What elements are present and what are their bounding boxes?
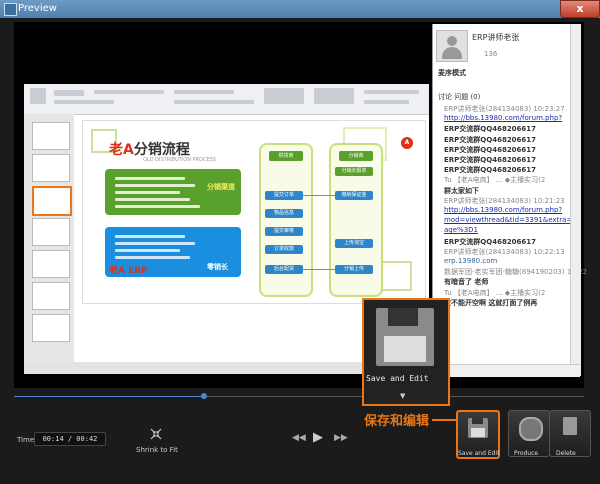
annotation-label: 保存和编辑 [364, 414, 430, 429]
flow-node: 订单收款 [265, 245, 303, 254]
chat-line: ERP交流群QQ468206617 [444, 166, 537, 175]
flow-node: 分销上传 [335, 265, 373, 274]
chat-line: 数据军团-老实军团-糖糖(894190203) 10:22 [444, 268, 587, 277]
blue-box-label: 零销长 [207, 263, 228, 271]
chat-line: 群太家如下 [444, 186, 479, 195]
chat-line: ERP讲师老张(284134083) 10:23:27 [444, 105, 565, 113]
chat-line: ERP交流群QQ468206617 [444, 135, 537, 144]
window-title: Preview [18, 3, 57, 14]
green-box-label: 分销渠道 [207, 183, 235, 191]
slide-thumbnail[interactable] [32, 154, 70, 182]
delete-label[interactable]: Delete [556, 450, 576, 457]
chat-line: ERP交流群QQ468206617 [444, 145, 537, 154]
flow-node: 提交审核 [265, 227, 303, 236]
avatar [436, 30, 468, 62]
erp-logo: 老A ERP [109, 266, 148, 276]
floppy-disk-icon [468, 418, 488, 438]
next-button[interactable]: ▶▶ [334, 433, 348, 443]
slide-thumbnail[interactable] [32, 314, 70, 342]
flow-node: 缴纳保证金 [335, 191, 373, 200]
title-bar: Preview [0, 0, 600, 18]
chat-line: Tu 【老A电商】 ... ◆主播实习(2 [444, 288, 546, 297]
flow-node: 物品信息 [265, 209, 303, 218]
shrink-to-fit-label[interactable]: Shrink to Fit [136, 446, 178, 454]
chat-line: ERP讲师老张(284134083) 10:21:23 [444, 196, 565, 205]
chat-line: ERP交流群QQ468206617 [444, 156, 537, 164]
slide-thumbnail[interactable] [32, 186, 72, 216]
ppt-ribbon [24, 84, 429, 115]
timeline-progress [14, 396, 204, 397]
annotation-pointer [432, 419, 458, 421]
slide-badge: A [401, 137, 413, 149]
chat-line: ERP交流群QQ468206617 [444, 237, 537, 246]
playhead[interactable] [200, 393, 207, 399]
chat-scrollbar[interactable] [570, 24, 581, 376]
slide-thumbnail[interactable] [32, 122, 70, 150]
slide-subtitle: OLD DISTRIBUTION PROCESS [143, 157, 216, 163]
chat-line: ERP交流群QQ468206617 [444, 125, 537, 134]
slide-thumbnail-pane [24, 114, 74, 362]
slide-title: 老A分销流程 [109, 142, 190, 158]
time-display: 00:14 / 00:42 [34, 432, 106, 446]
slide-thumbnail[interactable] [32, 250, 70, 278]
close-button[interactable]: x [560, 0, 600, 18]
callout-label: Save and Edit [366, 374, 429, 383]
film-reel-icon [519, 417, 543, 441]
time-label: Time [17, 436, 35, 444]
previous-button[interactable]: ◀◀ [292, 433, 306, 443]
chat-line[interactable]: age%3D1 [444, 226, 478, 234]
chat-line: 有暗音了 老师 [444, 278, 489, 287]
save-and-edit-callout [362, 298, 450, 406]
flow-node: 分销长报单 [335, 167, 373, 176]
chat-line: Tu 【老A电商】 ... ◆主播实习(2 [444, 176, 546, 185]
app-icon [4, 3, 17, 16]
presenter-name: ERP讲师老张 [472, 33, 520, 42]
play-button[interactable]: ▶ [313, 430, 323, 445]
chat-line[interactable]: mod=viewthread&tid=3391&extra=p [444, 216, 577, 224]
chat-line[interactable]: http://bbs.13980.com/forum.php? [444, 114, 562, 122]
save-and-edit-label[interactable]: Save and Edit [458, 450, 499, 457]
shrink-to-fit-icon[interactable] [150, 428, 162, 440]
flow-node: 上传淘宝 [335, 239, 373, 248]
chat-tabs[interactable]: 讨论 问题 (0) [438, 92, 480, 102]
chat-toolbar [432, 364, 580, 377]
flow-node: 提交订单 [265, 191, 303, 200]
current-slide: 老A分销流程 OLD DISTRIBUTION PROCESS 分销渠道 零销长… [82, 120, 426, 304]
slide-thumbnail[interactable] [32, 282, 70, 310]
chat-line: ERP讲师老张(284134083) 10:22:13 [444, 247, 565, 256]
flow-node: 后台配货 [265, 265, 303, 274]
slide-thumbnail[interactable] [32, 218, 70, 246]
mode-label: 麦序模式 [438, 69, 466, 77]
trash-icon [563, 417, 577, 435]
chevron-down-icon: ▼ [400, 392, 406, 400]
floppy-disk-icon [376, 308, 434, 366]
like-count: 136 [484, 50, 498, 58]
chat-line: 散不能开空啊 这就打面了例再 [444, 298, 538, 307]
produce-label[interactable]: Produce [514, 450, 538, 457]
chat-line: erp.13980.com [444, 257, 498, 265]
green-text-box: 分销渠道 [105, 169, 241, 215]
chat-line[interactable]: http://bbs.13980.com/forum.php? [444, 206, 562, 214]
